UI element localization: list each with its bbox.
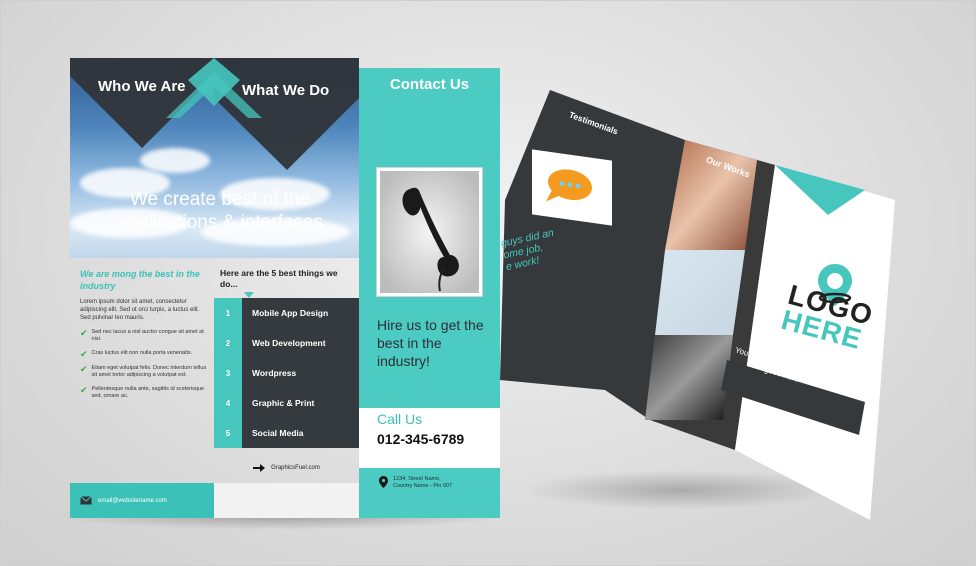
address-text: 1234, Street Name, Country Name - Pin 00… [393, 476, 452, 489]
tagline-line-2: applications & interfaces [117, 212, 323, 233]
call-us-label: Call Us [377, 411, 423, 427]
who-we-are-content: We are mong the best in the industry Lor… [80, 268, 208, 400]
contact-panel: Contact Us Hire us to get the best in th… [359, 68, 500, 518]
what-we-do-heading: What We Do [242, 82, 330, 99]
service-row: 5 Social Media [214, 418, 359, 448]
hire-text: Hire us to get the best in the industry! [377, 317, 484, 369]
checklist-item: ✔ Cras luctus elit non nulla porta venena… [80, 349, 193, 359]
header-chevrons [70, 58, 359, 170]
location-pin-icon [379, 476, 388, 488]
email-text: email@websitename.com [98, 497, 167, 504]
website-link: GraphicsFuel.com [214, 453, 359, 483]
check-icon: ✔ [80, 328, 88, 338]
service-row: 4 Graphic & Print [214, 388, 359, 418]
panel2-footer [214, 483, 359, 518]
check-icon: ✔ [80, 349, 88, 359]
check-icon: ✔ [80, 385, 88, 395]
chat-bubble-photo [532, 149, 612, 226]
service-label: Graphic & Print [242, 388, 359, 418]
service-number: 2 [214, 328, 242, 358]
check-icon: ✔ [80, 364, 88, 374]
service-row: 1 Mobile App Design [214, 298, 359, 328]
service-label: Web Development [242, 328, 359, 358]
tagline-line-1: We create best of the [129, 189, 311, 210]
service-row: 2 Web Development [214, 328, 359, 358]
website-text: GraphicsFuel.com [271, 465, 320, 471]
services-heading: Here are the 5 best things we do... [220, 268, 338, 289]
front-brochure: Who We Are What We Do We create best of … [70, 58, 500, 518]
tagline: We create best of the applications & int… [90, 188, 350, 234]
service-number: 5 [214, 418, 242, 448]
who-we-are-heading: Who We Are [98, 78, 186, 95]
chat-bubble-icon [546, 169, 592, 202]
envelope-icon [80, 496, 92, 505]
service-label: Mobile App Design [242, 298, 359, 328]
phone-number: 012-345-6789 [377, 431, 465, 447]
phone-photo [377, 168, 482, 296]
arrow-right-icon [253, 464, 266, 472]
left-paragraph: Lorem ipsum dolor sit amet, consectetur … [80, 299, 200, 321]
service-number: 1 [214, 298, 242, 328]
contact-us-heading: Contact Us [389, 76, 470, 93]
what-we-do-content: Here are the 5 best things we do... 1 Mob… [214, 268, 359, 448]
checklist-item: ✔ Pellentesque nulla ante, sagittis id sc… [80, 385, 205, 400]
checklist-item: ✔ Etiam eget volutpat felis. Donec interd… [80, 364, 207, 379]
service-label: Wordpress [242, 358, 359, 388]
service-row: 3 Wordpress [214, 358, 359, 388]
telephone-handset-icon [380, 171, 479, 293]
left-subheading: We are mong the best in the industry [80, 269, 200, 291]
email-bar: email@websitename.com [70, 483, 214, 518]
services-list: 1 Mobile App Design 2 Web Development 3 Wor… [214, 298, 359, 448]
service-label: Social Media [242, 418, 359, 448]
service-number: 4 [214, 388, 242, 418]
service-number: 3 [214, 358, 242, 388]
checklist-item: ✔ Sed nec lacus a nisl auctor congue sit … [80, 328, 204, 343]
